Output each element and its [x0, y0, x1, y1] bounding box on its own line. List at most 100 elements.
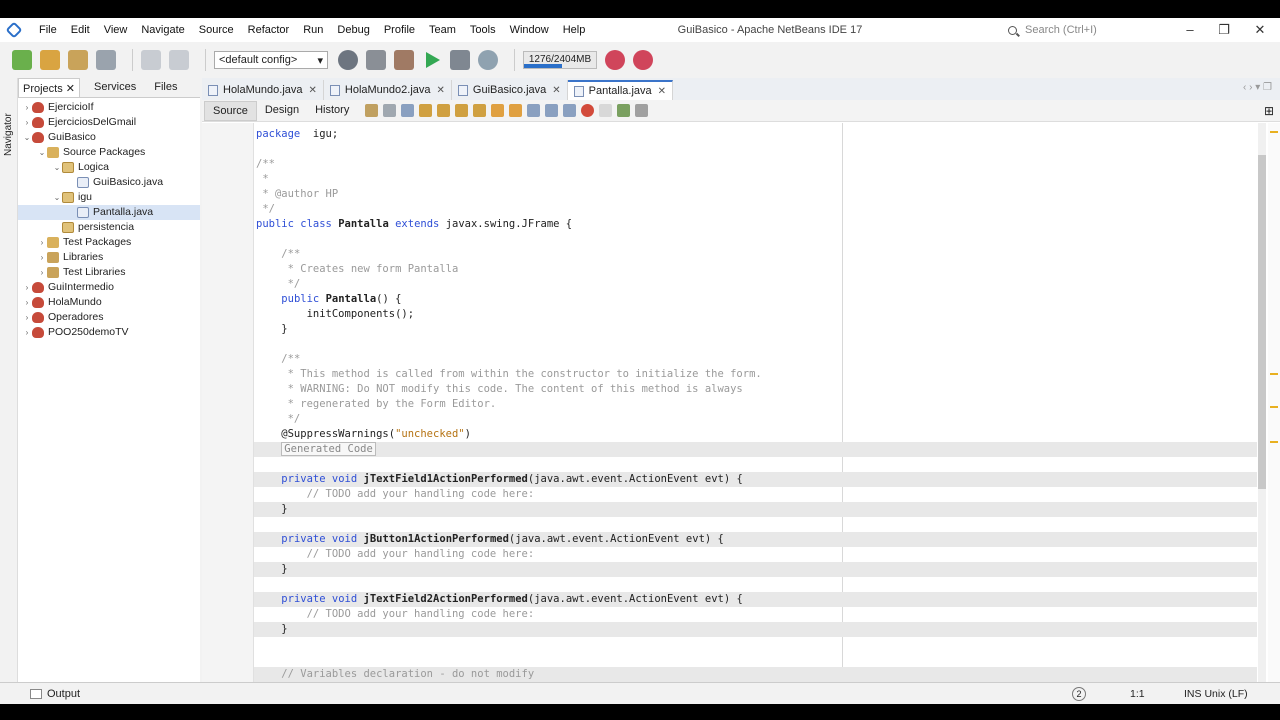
- vertical-scrollbar[interactable]: [1258, 123, 1266, 682]
- collapsed-chevron-icon[interactable]: ›: [22, 325, 32, 340]
- shift-right-icon[interactable]: [563, 104, 577, 117]
- configuration-select[interactable]: <default config> ▾: [214, 51, 328, 69]
- build-hammer-icon[interactable]: [366, 50, 386, 70]
- uncomment-icon[interactable]: [635, 104, 649, 117]
- collapsed-chevron-icon[interactable]: ›: [37, 265, 47, 280]
- stripe-marker[interactable]: [1270, 373, 1278, 375]
- stripe-marker[interactable]: [1270, 441, 1278, 443]
- close-icon[interactable]: ✕: [437, 85, 445, 96]
- menu-file[interactable]: File: [32, 24, 64, 36]
- close-icon[interactable]: ✕: [552, 85, 560, 96]
- collapsed-chevron-icon[interactable]: ›: [22, 280, 32, 295]
- view-history[interactable]: History: [307, 101, 357, 121]
- tree-item[interactable]: GuiBasico.java: [18, 175, 200, 190]
- menu-source[interactable]: Source: [192, 24, 241, 36]
- back-icon[interactable]: [383, 104, 397, 117]
- undo-icon[interactable]: [141, 50, 161, 70]
- search-box[interactable]: Search (Ctrl+I): [1008, 22, 1168, 38]
- restore-button[interactable]: ❐: [1210, 20, 1238, 40]
- tab-services[interactable]: Services: [90, 78, 140, 97]
- tree-item[interactable]: ⌄ igu: [18, 190, 200, 205]
- tree-item[interactable]: › Libraries: [18, 250, 200, 265]
- tree-item[interactable]: › EjercicioIf: [18, 100, 200, 115]
- code-area[interactable]: 5package igu;67−/**8 *9 * @author HP10 *…: [254, 123, 1257, 682]
- notifications-icon[interactable]: 2: [1072, 686, 1086, 701]
- menu-window[interactable]: Window: [503, 24, 556, 36]
- comment-icon[interactable]: [617, 104, 631, 117]
- output-tab[interactable]: Output: [30, 688, 80, 700]
- last-edit-icon[interactable]: [365, 104, 379, 117]
- menu-team[interactable]: Team: [422, 24, 463, 36]
- tree-item[interactable]: ⌄ Source Packages: [18, 145, 200, 160]
- menu-help[interactable]: Help: [556, 24, 593, 36]
- tree-item[interactable]: › HolaMundo: [18, 295, 200, 310]
- tree-item[interactable]: › EjerciciosDelGmail: [18, 115, 200, 130]
- tab-guibasico-java[interactable]: GuiBasico.java ✕: [452, 80, 568, 100]
- tab-projects[interactable]: Projects ✕: [18, 78, 81, 97]
- record-macro-icon[interactable]: [581, 104, 595, 117]
- redo-icon[interactable]: [169, 50, 189, 70]
- menu-edit[interactable]: Edit: [64, 24, 97, 36]
- collapsed-chevron-icon[interactable]: ›: [37, 250, 47, 265]
- save-all-icon[interactable]: [96, 50, 116, 70]
- menu-navigate[interactable]: Navigate: [134, 24, 191, 36]
- find-selection-icon[interactable]: [473, 104, 487, 117]
- tree-item[interactable]: › Test Packages: [18, 235, 200, 250]
- tree-item[interactable]: ⌄ GuiBasico: [18, 130, 200, 145]
- collapsed-chevron-icon[interactable]: ›: [22, 295, 32, 310]
- close-icon[interactable]: ✕: [309, 85, 317, 96]
- profiler-snapshot-icon[interactable]: [633, 50, 653, 70]
- expanded-chevron-icon[interactable]: ⌄: [52, 190, 62, 205]
- open-project-icon[interactable]: [68, 50, 88, 70]
- stripe-marker[interactable]: [1270, 131, 1278, 133]
- next-bookmark-icon[interactable]: [509, 104, 523, 117]
- run-icon[interactable]: [426, 52, 440, 68]
- expanded-chevron-icon[interactable]: ⌄: [37, 145, 47, 160]
- tree-item[interactable]: › Test Libraries: [18, 265, 200, 280]
- tab-holamundo2-java[interactable]: HolaMundo2.java ✕: [324, 80, 452, 100]
- menu-refactor[interactable]: Refactor: [241, 24, 297, 36]
- tree-item[interactable]: › Operadores: [18, 310, 200, 325]
- menu-profile[interactable]: Profile: [377, 24, 422, 36]
- prev-bookmark-icon[interactable]: [491, 104, 505, 117]
- shift-left-icon[interactable]: [545, 104, 559, 117]
- globe-icon[interactable]: [338, 50, 358, 70]
- collapsed-chevron-icon[interactable]: ›: [22, 310, 32, 325]
- gc-icon[interactable]: [605, 50, 625, 70]
- close-button[interactable]: ✕: [1246, 20, 1274, 40]
- memory-indicator[interactable]: 1276/2404MB: [523, 51, 597, 69]
- menu-tools[interactable]: Tools: [463, 24, 503, 36]
- tree-item[interactable]: › GuiIntermedio: [18, 280, 200, 295]
- collapsed-chevron-icon[interactable]: ›: [37, 235, 47, 250]
- menu-run[interactable]: Run: [296, 24, 330, 36]
- close-icon[interactable]: ✕: [63, 83, 75, 95]
- stop-macro-icon[interactable]: [599, 104, 613, 117]
- collapsed-chevron-icon[interactable]: ›: [22, 115, 32, 130]
- tab-holamundo-java[interactable]: HolaMundo.java ✕: [202, 80, 324, 100]
- new-project-icon[interactable]: [40, 50, 60, 70]
- profile-icon[interactable]: [478, 50, 498, 70]
- toggle-highlight-icon[interactable]: [455, 104, 469, 117]
- find-previous-icon[interactable]: [419, 104, 433, 117]
- view-design[interactable]: Design: [257, 101, 307, 121]
- menu-debug[interactable]: Debug: [330, 24, 376, 36]
- minimize-button[interactable]: –: [1176, 20, 1204, 40]
- view-source[interactable]: Source: [204, 100, 257, 121]
- menu-view[interactable]: View: [97, 24, 135, 36]
- tab-navigation[interactable]: ‹ › ▾ ❐: [1243, 82, 1272, 93]
- debug-icon[interactable]: [450, 50, 470, 70]
- expanded-chevron-icon[interactable]: ⌄: [22, 130, 32, 145]
- toggle-bookmark-icon[interactable]: [527, 104, 541, 117]
- expanded-chevron-icon[interactable]: ⌄: [52, 160, 62, 175]
- clean-build-icon[interactable]: [394, 50, 414, 70]
- split-editor-icon[interactable]: ⊞: [1264, 104, 1274, 118]
- find-icon[interactable]: [401, 104, 415, 117]
- tree-item[interactable]: ⌄ Logica: [18, 160, 200, 175]
- collapsed-chevron-icon[interactable]: ›: [22, 100, 32, 115]
- tab-pantalla-java[interactable]: Pantalla.java ✕: [567, 80, 674, 100]
- tree-item[interactable]: › POO250demoTV: [18, 325, 200, 340]
- navigator-tab[interactable]: Navigator: [3, 113, 14, 156]
- find-next-icon[interactable]: [437, 104, 451, 117]
- close-icon[interactable]: ✕: [658, 86, 666, 97]
- tree-item[interactable]: Pantalla.java: [18, 205, 200, 220]
